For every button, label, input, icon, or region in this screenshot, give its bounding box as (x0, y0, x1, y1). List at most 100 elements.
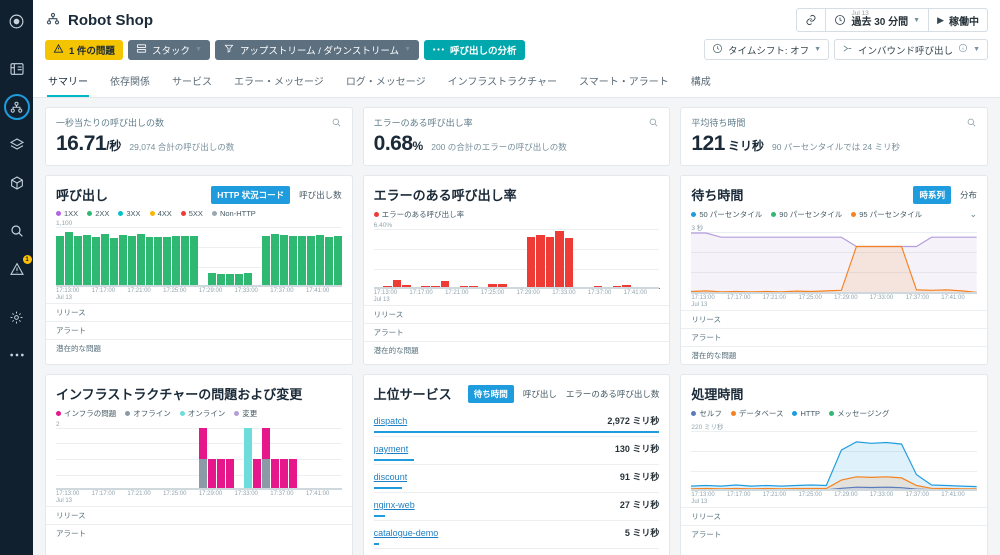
x-tick: 17:13:00 (56, 491, 80, 497)
share-button[interactable] (796, 8, 827, 32)
processing-chart[interactable] (691, 431, 978, 491)
sub-row-release[interactable]: リリース (363, 306, 670, 324)
tab-infrastructure[interactable]: インフラストラクチャー (447, 68, 558, 97)
info-icon[interactable] (958, 43, 968, 56)
settings-icon[interactable] (4, 304, 30, 330)
chart-bar (315, 428, 324, 490)
x-axis-date: Jul 13 (56, 295, 73, 301)
error-rate-chart[interactable] (373, 229, 660, 289)
chart-bar (564, 229, 574, 289)
zoom-icon[interactable] (966, 117, 977, 131)
service-row[interactable]: payment 130 ミリ秒 (373, 437, 660, 465)
chart-bar (244, 227, 252, 287)
seg-latency[interactable]: 待ち時間 (467, 384, 514, 403)
timeshift-selector[interactable]: タイムシフト: オフ ▼ (704, 39, 830, 60)
updown-selector[interactable]: アップストリーム / ダウンストリーム ▼ (214, 39, 419, 60)
chart-bar (73, 227, 82, 287)
sub-row-release[interactable]: リリース (681, 508, 988, 526)
kpi-card-calls-per-second: 一秒当たりの呼び出しの数 16.71/秒 29,074 合計の呼び出しの数 (45, 107, 353, 166)
chart-bar (172, 428, 181, 490)
tab-services[interactable]: サービス (171, 68, 213, 97)
panel-title: インフラストラクチャーの問題および変更 (56, 387, 303, 402)
analyze-icon[interactable] (4, 218, 30, 244)
sub-row-alert[interactable]: アラート (363, 324, 670, 342)
chart-bar (217, 428, 226, 490)
service-row[interactable]: discount 91 ミリ秒 (373, 465, 660, 493)
legend-label: 90 パーセンタイル (779, 210, 843, 219)
sub-row-potential-issue[interactable]: 潜在的な問題 (364, 342, 670, 359)
sub-row-alert[interactable]: アラート (46, 525, 352, 542)
y-axis-max: 220 ミリ秒 (691, 424, 724, 431)
sub-row-alert[interactable]: アラート (681, 329, 988, 347)
service-name-link[interactable]: catalogue-demo (374, 528, 439, 538)
chart-bar (56, 428, 64, 490)
service-name-link[interactable]: dispatch (374, 416, 408, 426)
service-row[interactable]: catalogue-demo 5 ミリ秒 (373, 521, 660, 549)
x-tick: 17:17:00 (91, 491, 116, 497)
issues-button[interactable]: 1 件の問題 (45, 39, 123, 60)
bar-segment (190, 235, 199, 287)
service-bar-track (373, 431, 660, 433)
zoom-icon[interactable] (331, 117, 342, 131)
chevron-down-icon[interactable]: ⌄ (969, 209, 977, 220)
tab-summary[interactable]: サマリー (47, 68, 89, 97)
analyze-calls-button[interactable]: 呼び出しの分析 (424, 39, 525, 60)
sub-row-potential-issue[interactable]: 潜在的な問題 (46, 340, 352, 357)
seg-call-count[interactable]: 呼び出し数 (299, 189, 342, 201)
more-icon[interactable] (4, 342, 30, 368)
sub-row-alert[interactable]: アラート (681, 526, 987, 543)
chart-row-1: 呼び出し HTTP 状況コード 呼び出し数 1XX 2XX 3XX 4XX 5X… (45, 175, 989, 365)
dashboard-icon[interactable] (4, 56, 30, 82)
tab-error-messages[interactable]: エラー・メッセージ (233, 68, 325, 97)
chart-bar (279, 227, 288, 287)
x-tick: 17:33:00 (552, 290, 576, 296)
applications-icon[interactable] (3, 94, 30, 120)
inbound-calls-selector[interactable]: インバウンド呼び出し ▼ (834, 39, 988, 60)
panel-top-services: 上位サービス 待ち時間 呼び出し エラーのある呼び出し数 dispatch 2,9… (362, 374, 671, 555)
x-tick: 17:21:00 (762, 295, 787, 301)
service-name-link[interactable]: nginx-web (374, 500, 415, 510)
sub-row-release[interactable]: リリース (46, 507, 352, 525)
stack-selector[interactable]: スタック ▼ (127, 39, 210, 60)
seg-http-status[interactable]: HTTP 状況コード (211, 185, 291, 204)
chart-bar (270, 428, 279, 490)
chart-bar (324, 428, 333, 490)
y-axis-max: 3 秒 (691, 225, 704, 232)
seg-distribution[interactable]: 分布 (960, 189, 977, 201)
sub-row-alert[interactable]: アラート (46, 322, 352, 340)
service-row[interactable]: nginx-web 27 ミリ秒 (373, 493, 660, 521)
show-all-services-link[interactable]: すべてのサービスを表示 (364, 549, 670, 555)
stack-icon[interactable] (4, 132, 30, 158)
infrastructure-chart[interactable] (56, 428, 342, 490)
time-range-picker[interactable]: Jul 13 過去 30 分間 ▼ (826, 8, 930, 32)
x-tick: 17:21:00 (127, 288, 151, 294)
logo-icon[interactable] (4, 8, 30, 34)
chart-bar (306, 227, 315, 287)
seg-timeseries[interactable]: 時系列 (913, 185, 951, 204)
bar-segment (136, 233, 145, 287)
service-name-link[interactable]: discount (374, 472, 408, 482)
chart-bar (82, 428, 91, 490)
tab-configuration[interactable]: 構成 (690, 68, 712, 97)
tab-smart-alerts[interactable]: スマート・アラート (578, 68, 670, 97)
sub-row-potential-issue[interactable]: 潜在的な問題 (681, 347, 987, 364)
events-icon[interactable]: 1 (4, 255, 32, 282)
sub-row-release[interactable]: リリース (681, 311, 988, 329)
tab-log-messages[interactable]: ログ・メッセージ (345, 68, 427, 97)
infrastructure-icon[interactable] (4, 170, 30, 196)
latency-chart[interactable] (691, 232, 978, 294)
service-name-link[interactable]: payment (374, 444, 409, 454)
live-button[interactable]: ▶ 稼働中 (929, 8, 988, 32)
x-axis-date: Jul 13 (691, 499, 708, 505)
calls-chart[interactable] (56, 227, 342, 287)
zoom-icon[interactable] (648, 117, 659, 131)
infrastructure-x-axis: 17:13:00 17:17:00 17:21:00 17:25:00 17:29:00… (56, 490, 342, 506)
service-row[interactable]: dispatch 2,972 ミリ秒 (373, 409, 660, 437)
chart-bar (507, 229, 517, 289)
x-tick: 17:13:00 (373, 290, 398, 296)
seg-erroneous-calls[interactable]: エラーのある呼び出し数 (566, 388, 660, 400)
tab-dependencies[interactable]: 依存関係 (109, 68, 151, 97)
seg-calls[interactable]: 呼び出し (523, 388, 557, 400)
sub-row-release[interactable]: リリース (46, 304, 352, 322)
bar-segment (56, 236, 64, 287)
